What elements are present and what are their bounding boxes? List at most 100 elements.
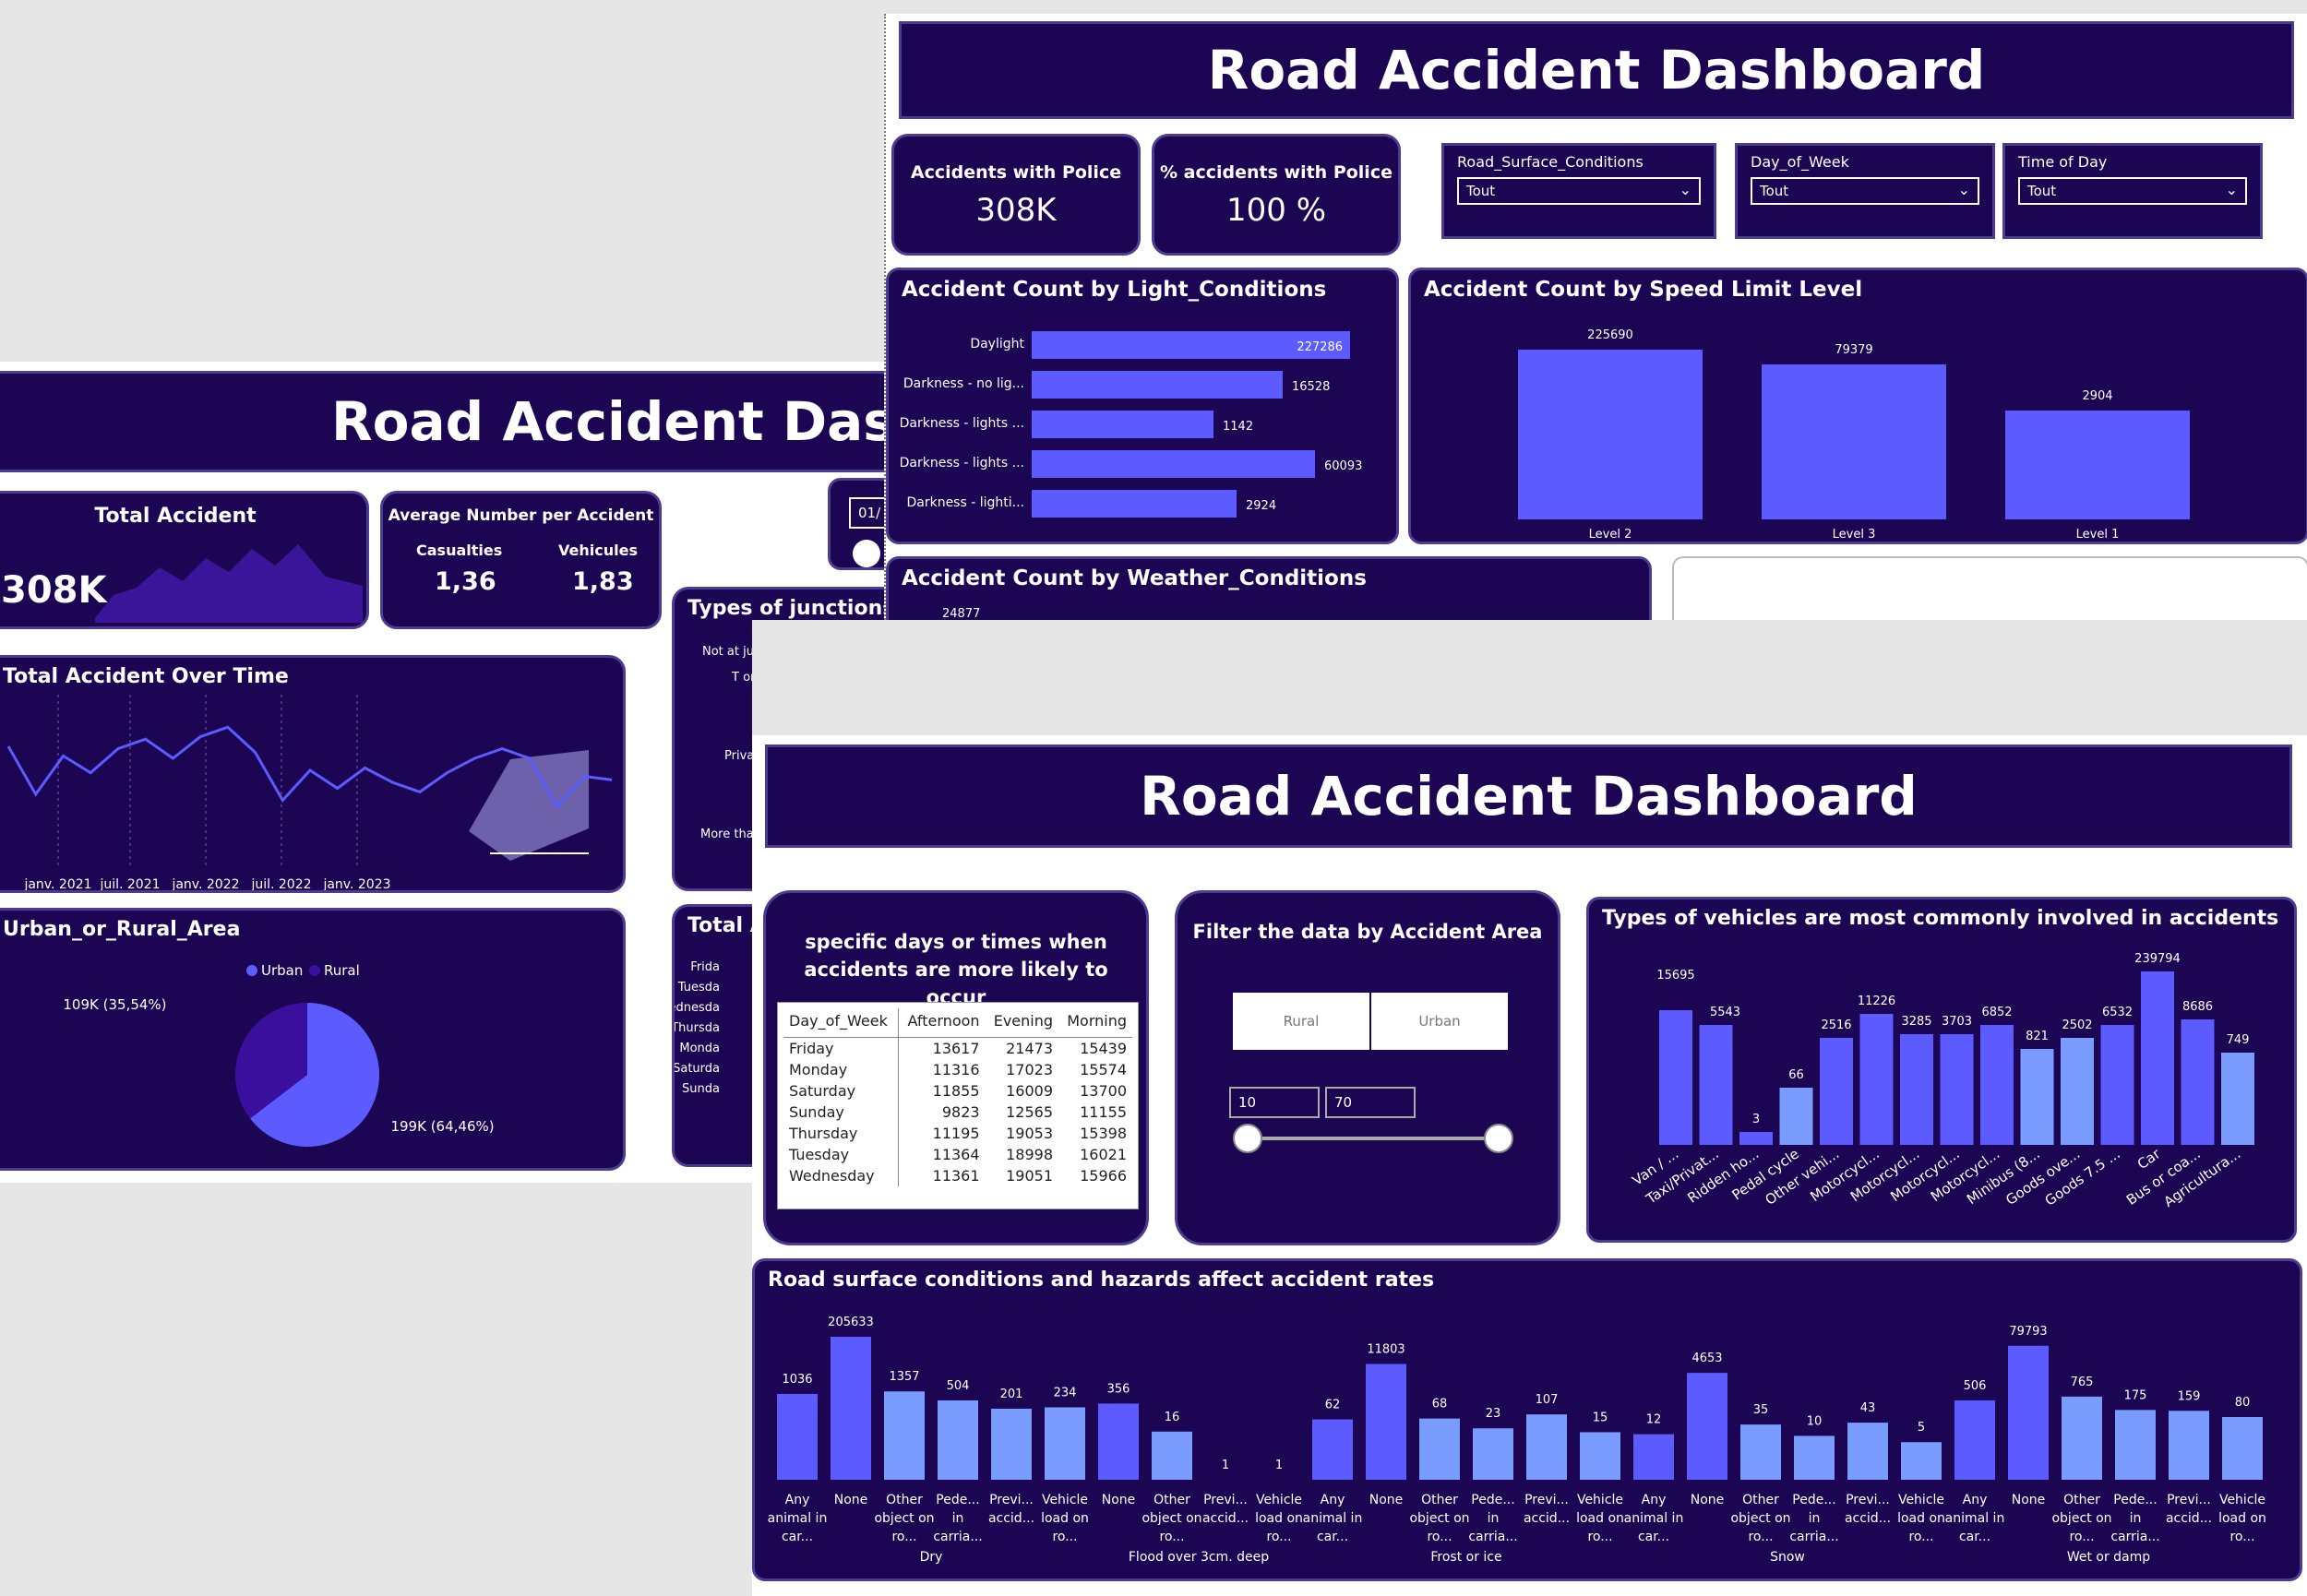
surface-category-label: accid... (2166, 1511, 2212, 1526)
days-times-table: Day_of_Week Afternoon Evening Morning Friday… (783, 1008, 1132, 1186)
area-pie-chart: Urban Rural 199K (64,46%) 109K (35,54%) (63, 962, 495, 1147)
kpi-police-title: Accidents with Police (910, 162, 1122, 183)
surface-category-label: animal in (1624, 1511, 1684, 1526)
vehicle-data-label: 5543 (1710, 1006, 1740, 1019)
kpi-vehicles-value: 1,83 (572, 567, 634, 596)
surface-bar (1794, 1435, 1835, 1480)
surface-category-label: ro... (891, 1530, 916, 1544)
light-bar (1032, 371, 1283, 399)
range-slider-max-handle[interactable] (1484, 1124, 1513, 1153)
table-cell: Saturday (783, 1080, 899, 1102)
table-cell: Wednesday (783, 1165, 899, 1186)
slicer-day-of-week[interactable]: Day_of_Week Tout ⌄ (1735, 143, 1995, 239)
surface-data-label: 79793 (2009, 1325, 2047, 1339)
table-cell: 19053 (1006, 1125, 1054, 1142)
slicer-road-surface[interactable]: Road_Surface_Conditions Tout ⌄ (1441, 143, 1716, 239)
filter-area-card[interactable]: Filter the data by Accident Area Rural U… (1175, 890, 1560, 1245)
table-row: Tuesday 11364 18998 16021 (783, 1144, 1132, 1165)
dashboard-b-banner: Road Accident Dashboard (899, 21, 2294, 119)
table-header: Evening (985, 1008, 1059, 1038)
slicer-time-of-day[interactable]: Time of Day Tout ⌄ (2002, 143, 2263, 239)
surface-category-label: Any (1963, 1493, 1988, 1507)
day-label: Thursda (672, 1021, 720, 1035)
surface-category-label: accid... (1524, 1511, 1570, 1526)
kpi-total-title: Total Accident (94, 505, 257, 528)
light-category-label: Darkness - lighti... (906, 495, 1024, 510)
surface-category-label: Pede... (936, 1493, 979, 1507)
table-header: Day_of_Week (783, 1008, 899, 1038)
kpi-accidents-police[interactable]: Accidents with Police 308K (891, 134, 1141, 256)
surface-category-label: in (952, 1511, 964, 1526)
weather-partial-value: 24877 (942, 607, 981, 621)
surface-category-label: object on (874, 1511, 934, 1526)
kpi-total-accident[interactable]: Total Accident 308K (0, 491, 369, 629)
surface-bar (1045, 1407, 1085, 1480)
rural-button[interactable]: Rural (1233, 993, 1369, 1050)
surface-data-label: 68 (1432, 1398, 1448, 1411)
vehicle-data-label: 749 (2227, 1033, 2250, 1047)
kpi-pct-police[interactable]: % accidents with Police 100 % (1152, 134, 1401, 256)
surface-category-label: ro... (1266, 1530, 1291, 1544)
surface-bar (1901, 1442, 1942, 1480)
surface-data-label: 12 (1646, 1413, 1662, 1427)
date-slicer-box[interactable]: 01/ (849, 497, 886, 529)
light-bar (1032, 411, 1213, 438)
surface-bar (2008, 1345, 2049, 1480)
slicer-road-surface-dropdown[interactable]: Tout ⌄ (1457, 177, 1701, 205)
range-slider-track[interactable] (1246, 1137, 1495, 1140)
junction-label: Priva (724, 749, 755, 763)
urban-button[interactable]: Urban (1371, 993, 1508, 1050)
vehicle-bar (1900, 1034, 1933, 1145)
table-cell: Monday (783, 1059, 899, 1080)
surface-data-label: 43 (1860, 1401, 1876, 1415)
surface-category-label: object on (1730, 1511, 1790, 1526)
light-bar (1032, 450, 1315, 478)
surface-data-label: 35 (1753, 1403, 1769, 1417)
speed-data-label: 225690 (1587, 328, 1633, 342)
vehicle-data-label: 2502 (2062, 1018, 2092, 1032)
light-conditions-card[interactable]: Accident Count by Light_Conditions Dayli… (886, 268, 1399, 544)
range-max-input[interactable]: 70 (1325, 1087, 1416, 1118)
speed-limit-card[interactable]: Accident Count by Speed Limit Level 2256… (1408, 268, 2307, 544)
surface-category-label: Pede... (1471, 1493, 1514, 1507)
surface-bar (1473, 1428, 1513, 1480)
day-label: Wednesda (675, 1001, 720, 1015)
area-chart-card[interactable]: Urban_or_Rural_Area Urban Rural 199K (64,4… (0, 908, 626, 1171)
surface-category-label: car... (1317, 1530, 1348, 1544)
surface-bar (1740, 1424, 1781, 1480)
date-slicer-partial[interactable]: 01/ (828, 478, 886, 570)
kpi-vehicles-label: Vehicules (558, 542, 638, 559)
kpi-average-per-accident[interactable]: Average Number per Accident Casualties V… (380, 491, 662, 629)
table-cell: Sunday (783, 1102, 899, 1123)
range-min-input[interactable]: 10 (1229, 1087, 1320, 1118)
surface-category-label: Pede... (1792, 1493, 1835, 1507)
surface-category-label: carria... (1468, 1530, 1517, 1544)
weather-card[interactable]: Accident Count by Weather_Conditions 248… (886, 556, 1652, 623)
surface-bar (1633, 1434, 1674, 1480)
surface-data-label: 504 (947, 1379, 970, 1393)
days-times-table-wrap: Day_of_Week Afternoon Evening Morning Friday… (777, 1002, 1139, 1209)
surface-bar (1847, 1423, 1888, 1480)
kpi-casualties-label: Casualties (416, 542, 503, 559)
chevron-down-icon: ⌄ (1679, 181, 1691, 198)
surface-data-label: 62 (1325, 1399, 1341, 1412)
day-label: Tuesda (677, 981, 720, 995)
slicer-time-dropdown[interactable]: Tout ⌄ (2018, 177, 2247, 205)
weather-title: Accident Count by Weather_Conditions (902, 566, 1367, 590)
light-conditions-chart: Daylight 227286 Darkness - no lig... 16528 D… (900, 331, 1362, 518)
date-slider-handle[interactable] (853, 540, 880, 567)
time-tick-label: juil. 2021 (99, 877, 160, 892)
vehicle-data-label: 11226 (1858, 995, 1895, 1008)
slicer-day-dropdown[interactable]: Tout ⌄ (1751, 177, 1979, 205)
days-times-card[interactable]: specific days or times when accidents ar… (763, 890, 1149, 1245)
vehicles-card[interactable]: Types of vehicles are most commonly invo… (1586, 897, 2297, 1243)
surface-category-label: load on (1255, 1511, 1303, 1526)
range-slider-min-handle[interactable] (1233, 1124, 1262, 1153)
vehicle-data-label: 3 (1752, 1113, 1760, 1126)
dashboard-c-banner: Road Accident Dashboard (765, 744, 2292, 848)
dashboard-b: Road Accident Dashboard Accidents with P… (884, 14, 2307, 623)
time-chart-card[interactable]: Total Accident Over Time janv. 2021 juil.… (0, 655, 626, 893)
surface-card[interactable]: Road surface conditions and hazards affe… (752, 1258, 2302, 1581)
vehicle-data-label: 6852 (1981, 1006, 2012, 1019)
light-category-label: Daylight (970, 337, 1024, 351)
